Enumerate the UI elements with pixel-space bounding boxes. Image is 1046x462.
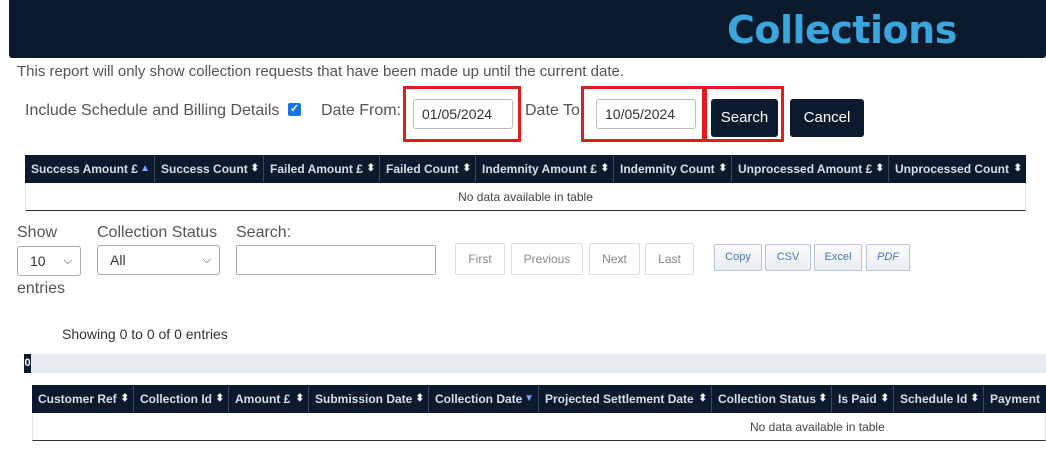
cancel-button[interactable]: Cancel bbox=[790, 99, 864, 137]
summary-col-unprocessed-count[interactable]: Unprocessed Count ⬍ bbox=[889, 155, 1026, 183]
include-details-label: Include Schedule and Billing Details bbox=[25, 102, 280, 119]
col-schedule-id[interactable]: Schedule Id ⬍ bbox=[894, 385, 984, 413]
summary-table-header: Success Amount £ ▲ Success Count ⬍ Failed … bbox=[25, 155, 1026, 183]
summary-col-failed-amount[interactable]: Failed Amount £ ⬍ bbox=[264, 155, 380, 183]
export-excel-button[interactable]: Excel bbox=[814, 244, 862, 271]
date-to-label: Date To bbox=[525, 102, 580, 119]
sort-icon: ⬍ bbox=[215, 393, 224, 404]
sort-icon: ⬍ bbox=[366, 163, 375, 174]
export-csv-button[interactable]: CSV bbox=[765, 244, 811, 271]
page-title: Collections bbox=[727, 8, 957, 52]
sort-icon: ⬍ bbox=[415, 393, 424, 404]
sort-icon: ⬍ bbox=[880, 393, 889, 404]
chevron-down-icon: ⌵ bbox=[202, 254, 211, 266]
entries-label: entries bbox=[17, 280, 66, 297]
collections-table-header: Customer Ref ⬍ Collection Id ⬍ Amount £ ⬍ S… bbox=[32, 385, 1046, 413]
show-label: Show bbox=[17, 224, 58, 241]
search-label: Search: bbox=[236, 224, 292, 241]
pager-previous-button[interactable]: Previous bbox=[511, 243, 583, 275]
sort-icon: ⬍ bbox=[698, 393, 707, 404]
export-copy-button[interactable]: Copy bbox=[714, 244, 762, 271]
summary-col-unprocessed-amount[interactable]: Unprocessed Amount £ ⬍ bbox=[732, 155, 889, 183]
col-customer-ref[interactable]: Customer Ref ⬍ bbox=[32, 385, 134, 413]
summary-col-success-count[interactable]: Success Count ⬍ bbox=[155, 155, 264, 183]
sort-icon: ⬍ bbox=[295, 393, 304, 404]
scrollbar-thumb[interactable]: 0 bbox=[24, 354, 31, 373]
date-to-input[interactable]: 10/05/2024 bbox=[596, 99, 696, 129]
page-header: Collections bbox=[9, 0, 1046, 58]
col-projected-settlement-date[interactable]: Projected Settlement Date ⬍ bbox=[539, 385, 712, 413]
collection-status-select[interactable]: All ⌵ bbox=[97, 245, 220, 275]
summary-table-empty: No data available in table bbox=[25, 183, 1026, 211]
pager-first-button[interactable]: First bbox=[455, 243, 505, 275]
horizontal-scrollbar[interactable] bbox=[24, 354, 1046, 373]
sort-icon: ⬍ bbox=[1013, 163, 1022, 174]
showing-entries-info: Showing 0 to 0 of 0 entries bbox=[62, 326, 228, 342]
date-from-input[interactable]: 01/05/2024 bbox=[413, 99, 513, 129]
sort-asc-icon: ▲ bbox=[140, 163, 150, 174]
pager-last-button[interactable]: Last bbox=[645, 243, 694, 275]
col-payment[interactable]: Payment bbox=[984, 385, 1046, 413]
table-search-input[interactable] bbox=[236, 245, 436, 275]
col-submission-date[interactable]: Submission Date ⬍ bbox=[309, 385, 429, 413]
pager-next-button[interactable]: Next bbox=[589, 243, 640, 275]
sort-icon: ⬍ bbox=[875, 163, 884, 174]
sort-desc-icon: ▼ bbox=[524, 393, 534, 404]
page-length-select[interactable]: 10 ⌵ bbox=[17, 246, 81, 276]
include-details-checkbox[interactable]: ✓ bbox=[288, 103, 301, 116]
collections-table-empty: No data available in table bbox=[32, 413, 1046, 441]
chevron-down-icon: ⌵ bbox=[63, 255, 72, 267]
export-pdf-button[interactable]: PDF bbox=[866, 244, 910, 271]
summary-col-failed-count[interactable]: Failed Count ⬍ bbox=[380, 155, 476, 183]
sort-icon: ⬍ bbox=[818, 393, 827, 404]
date-from-label: Date From: bbox=[321, 102, 402, 119]
sort-icon: ⬍ bbox=[250, 163, 259, 174]
summary-col-indemnity-amount[interactable]: Indemnity Amount £ ⬍ bbox=[476, 155, 614, 183]
sort-icon: ⬍ bbox=[120, 393, 129, 404]
sort-icon: ⬍ bbox=[718, 163, 727, 174]
summary-col-indemnity-count[interactable]: Indemnity Count ⬍ bbox=[614, 155, 732, 183]
report-note: This report will only show collection re… bbox=[17, 63, 625, 80]
summary-col-success-amount[interactable]: Success Amount £ ▲ bbox=[25, 155, 155, 183]
col-collection-id[interactable]: Collection Id ⬍ bbox=[134, 385, 229, 413]
sort-icon: ⬍ bbox=[462, 163, 471, 174]
col-collection-date[interactable]: Collection Date ▼ bbox=[429, 385, 539, 413]
col-is-paid[interactable]: Is Paid ⬍ bbox=[832, 385, 894, 413]
search-button[interactable]: Search bbox=[711, 99, 778, 137]
col-collection-status[interactable]: Collection Status ⬍ bbox=[712, 385, 832, 413]
col-amount[interactable]: Amount £ ⬍ bbox=[229, 385, 309, 413]
sort-icon: ⬍ bbox=[600, 163, 609, 174]
collections-empty-text: No data available in table bbox=[750, 420, 885, 434]
sort-icon: ⬍ bbox=[970, 393, 979, 404]
collection-status-label: Collection Status bbox=[97, 224, 218, 241]
